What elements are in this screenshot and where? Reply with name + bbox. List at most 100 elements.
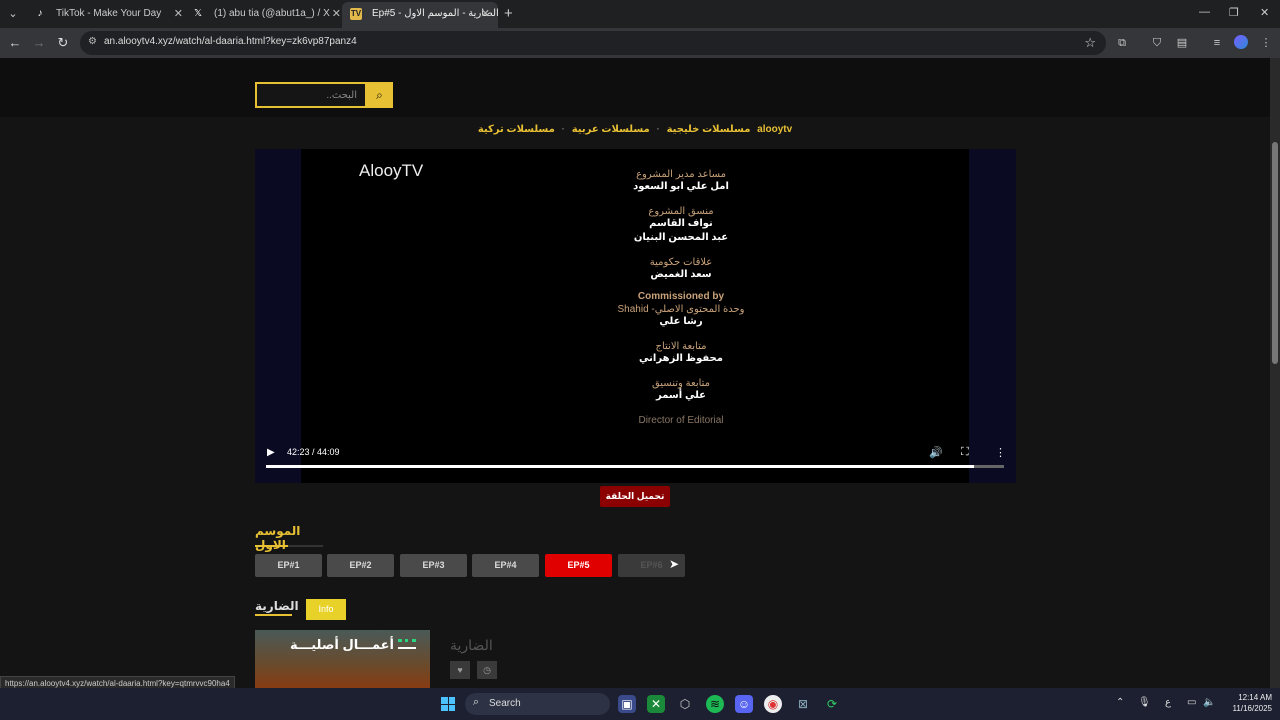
new-tab-button[interactable]: + (504, 5, 513, 22)
taskbar-clock[interactable]: 12:14 AM 11/16/2025 (1222, 692, 1272, 714)
windows-taskbar: ⌕ Search ▣ ✕ ⬡ ≋ ☺ ◉ ⊠ ⟳ ⌃ 🎙 ع ▭ 🔈 12:14… (0, 688, 1280, 720)
video-watermark: AlooyTV (359, 161, 424, 180)
info-button[interactable]: Info (306, 599, 346, 620)
scrollbar-thumb[interactable] (1272, 142, 1278, 364)
web-page: البحث.. ⌕ alooytv مسلسلات خليجية · مسلسل… (0, 58, 1270, 688)
page-scrollbar[interactable] (1270, 58, 1280, 688)
episode-button-2[interactable]: EP#2 (327, 554, 394, 577)
episode-button-4[interactable]: EP#4 (472, 554, 539, 577)
nav-link-turkish[interactable]: مسلسلات تركية (478, 124, 555, 135)
credit-role: متابعة وتنسيق (651, 378, 711, 389)
tab-title: (1) abu tia (@abut1a_) / X (214, 8, 330, 19)
download-episode-button[interactable]: تحميل الحلقة (600, 486, 670, 507)
speaker-icon[interactable]: 🔈 (1203, 697, 1215, 708)
site-header: البحث.. ⌕ (0, 58, 1270, 117)
app-icon[interactable]: ⟳ (823, 695, 841, 713)
chrome-icon[interactable]: ◉ (764, 695, 782, 713)
menu-icon[interactable]: ⋮ (1258, 35, 1274, 51)
episode-button-3[interactable]: EP#3 (400, 554, 467, 577)
close-icon[interactable]: ✕ (332, 2, 341, 26)
settings-app-icon[interactable]: ⬡ (676, 695, 694, 713)
credit-role: Shahid -وحدة المحتوى الاصلي (617, 304, 745, 315)
tab-title: TikTok - Make Your Day (56, 8, 162, 19)
end-credits: مساعد مدير المشروع امل علي ابو السعود من… (581, 165, 781, 426)
credit-name: نواف القاسم (649, 218, 713, 229)
credit-role: منسق المشروع (648, 206, 714, 217)
nav-link-home[interactable]: alooytv (757, 124, 792, 135)
spotify-icon[interactable]: ≋ (706, 695, 724, 713)
tab-tiktok[interactable]: ♪ TikTok - Make Your Day ✕ (26, 2, 191, 28)
bookmark-star-icon[interactable]: ☆ (1084, 35, 1096, 51)
season-underline (255, 545, 323, 547)
play-icon[interactable]: ▶ (267, 447, 275, 458)
chevron-up-icon[interactable]: ⌃ (1116, 697, 1124, 708)
windows-start-icon[interactable] (441, 697, 455, 711)
media-control-icon[interactable]: ≡ (1209, 35, 1225, 51)
tab-strip: ⌄ ♪ TikTok - Make Your Day ✕ 𝕏 (1) abu t… (0, 0, 1280, 28)
nav-link-arabic[interactable]: مسلسلات عربية (572, 124, 650, 135)
volume-icon[interactable]: 🔊 (929, 446, 943, 459)
xbox-app-icon[interactable]: ✕ (647, 695, 665, 713)
credit-name: سعد الغميض (650, 269, 712, 280)
credit-role: علاقات حكومية (649, 257, 713, 268)
credit-name: محفوظ الزهراني (639, 353, 723, 364)
language-indicator[interactable]: ع (1165, 697, 1171, 708)
video-progress-fill (266, 465, 975, 468)
taskbar-search[interactable]: ⌕ Search (465, 693, 610, 715)
restore-button[interactable]: ❐ (1229, 6, 1239, 19)
category-nav: alooytv مسلسلات خليجية · مسلسلات عربية ·… (0, 124, 1270, 135)
close-icon[interactable]: ✕ (481, 2, 490, 26)
show-poster[interactable]: أعمـــال أصليـــة (255, 630, 430, 688)
side-panel-icon[interactable]: ▤ (1174, 35, 1190, 51)
reload-button[interactable]: ↻ (54, 34, 72, 52)
incognito-icon[interactable]: ⛉ (1149, 35, 1165, 51)
search-input[interactable]: البحث.. (255, 82, 367, 108)
tab-episode[interactable]: TV Ep#5 - الضارية - الموسم الاول ✕ (342, 2, 498, 28)
file-app-icon[interactable]: ▣ (618, 695, 636, 713)
heart-icon[interactable]: ♥ (450, 661, 470, 679)
nav-link-gulf[interactable]: مسلسلات خليجية (667, 124, 751, 135)
nav-separator: · (656, 124, 660, 135)
credit-role: مساعد مدير المشروع (636, 169, 726, 180)
episode-button-1[interactable]: EP#1 (255, 554, 322, 577)
address-bar[interactable]: ⚙ an.alooytv4.xyz/watch/al-daaria.html?k… (80, 31, 1106, 55)
gamepad-icon[interactable]: ⊠ (794, 695, 812, 713)
episode-button-5[interactable]: EP#5 (545, 554, 612, 577)
fullscreen-icon[interactable]: ⛶ (961, 446, 969, 459)
video-time: 42:23 / 44:09 (287, 447, 340, 457)
video-progress-bar[interactable] (266, 465, 1004, 468)
extensions-icon[interactable]: ⧉ (1114, 35, 1130, 51)
microphone-icon[interactable]: 🎙 (1138, 697, 1151, 708)
close-window-button[interactable]: ✕ (1260, 6, 1269, 19)
show-title: الضارية (255, 599, 299, 613)
credit-role: Director of Editorial (638, 415, 724, 426)
discord-icon[interactable]: ☺ (735, 695, 753, 713)
search-icon: ⌕ (473, 696, 480, 708)
forward-button[interactable]: → (30, 34, 48, 52)
mouse-cursor: ➤ (669, 557, 680, 571)
nav-separator: · (561, 124, 565, 135)
shahid-logo-icon (398, 639, 416, 649)
browser-window: ⌄ ♪ TikTok - Make Your Day ✕ 𝕏 (1) abu t… (0, 0, 1280, 720)
more-options-icon[interactable]: ⋮ (995, 446, 1006, 459)
profile-avatar[interactable] (1234, 35, 1248, 49)
tab-x[interactable]: 𝕏 (1) abu tia (@abut1a_) / X ✕ (184, 2, 349, 28)
video-player[interactable]: AlooyTV مساعد مدير المشروع امل علي ابو ا… (255, 149, 1016, 483)
credit-name: عبد المحسن البنيان (633, 232, 729, 243)
browser-toolbar: ← → ↻ ⚙ an.alooytv4.xyz/watch/al-daaria.… (0, 28, 1280, 58)
tiktok-icon: ♪ (37, 8, 43, 19)
network-icon[interactable]: ▭ (1187, 697, 1196, 708)
video-frame: AlooyTV مساعد مدير المشروع امل علي ابو ا… (301, 149, 969, 483)
clock-time: 12:14 AM (1238, 693, 1272, 702)
minimize-button[interactable]: — (1199, 6, 1210, 18)
poster-caption: أعمـــال أصليـــة (290, 637, 394, 652)
close-icon[interactable]: ✕ (174, 2, 183, 26)
clock-icon[interactable]: ◷ (477, 661, 497, 679)
tab-search-icon[interactable]: ⌄ (4, 5, 22, 23)
credit-role: Commissioned by (637, 291, 725, 302)
tab-title: Ep#5 - الضارية - الموسم الاول (372, 8, 498, 19)
back-button[interactable]: ← (6, 34, 24, 52)
search-button[interactable]: ⌕ (366, 82, 393, 108)
video-controls: ▶ 42:23 / 44:09 🔊 ⛶ ⋮ (255, 437, 1016, 483)
site-info-icon[interactable]: ⚙ (88, 36, 97, 47)
